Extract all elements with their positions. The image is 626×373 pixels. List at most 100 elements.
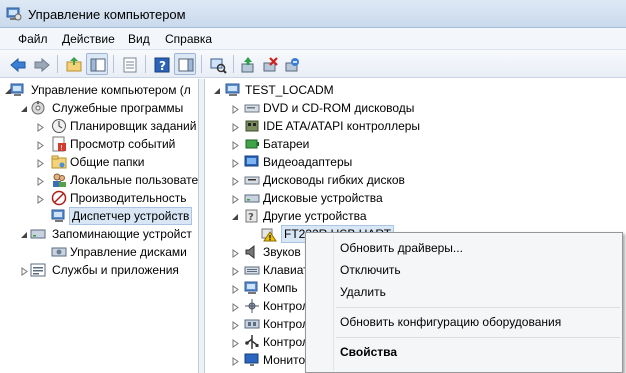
collapse-icon[interactable] xyxy=(213,85,222,94)
uninstall-device-button[interactable] xyxy=(280,53,302,75)
expand-icon[interactable] xyxy=(36,139,45,150)
tree-node-local-users[interactable]: Локальные пользовате xyxy=(0,171,198,189)
expand-icon[interactable] xyxy=(36,175,45,186)
computer-name: TEST_LOCADM xyxy=(245,83,334,97)
up-folder-icon xyxy=(66,57,82,72)
clock-icon xyxy=(51,118,67,134)
expand-icon[interactable] xyxy=(231,193,240,204)
device-category-video[interactable]: Видеоадаптеры xyxy=(205,153,626,171)
shared-folder-icon xyxy=(51,154,67,170)
device-category-label: DVD и CD-ROM дисководы xyxy=(263,101,415,115)
tree-node-system-tools[interactable]: Служебные программы xyxy=(0,99,198,117)
help-button[interactable]: ? xyxy=(150,53,172,75)
expand-icon[interactable] xyxy=(20,265,29,276)
storage-icon xyxy=(30,226,46,242)
device-category-label: Батареи xyxy=(263,137,310,151)
collapse-icon[interactable] xyxy=(20,229,29,238)
device-category-floppy[interactable]: Дисководы гибких дисков xyxy=(205,171,626,189)
usb-hub-icon xyxy=(244,334,260,350)
expand-icon[interactable] xyxy=(231,301,240,312)
tree-node-storage[interactable]: Запоминающие устройст xyxy=(0,225,198,243)
device-category-label: Контрол xyxy=(263,335,309,349)
dvd-drive-icon xyxy=(244,100,260,116)
collapse-icon[interactable] xyxy=(20,103,29,112)
uninstall-device-icon xyxy=(285,58,299,72)
forward-arrow-icon xyxy=(34,57,50,73)
disable-device-icon xyxy=(263,57,278,72)
back-button[interactable] xyxy=(6,53,28,75)
expand-icon[interactable] xyxy=(36,157,45,168)
svg-text:?: ? xyxy=(159,59,166,73)
tree-node-task-scheduler[interactable]: Планировщик заданий xyxy=(0,117,198,135)
collapse-icon[interactable] xyxy=(231,211,240,220)
menu-item-scan-hardware[interactable]: Обновить конфигурацию оборудования xyxy=(340,315,561,329)
expand-icon[interactable] xyxy=(231,175,240,186)
tree-node-label: Службы и приложения xyxy=(52,263,179,277)
console-tree[interactable]: Управление компьютером (л Служебные прог… xyxy=(0,79,199,373)
tree-node-label: Общие папки xyxy=(70,155,145,169)
device-category-label: Клавиат xyxy=(263,263,309,277)
device-category-label: Звуков xyxy=(263,245,301,259)
tree-node-shared-folders[interactable]: Общие папки xyxy=(0,153,198,171)
usb-controller-icon xyxy=(244,298,260,314)
device-category-ide[interactable]: IDE ATA/ATAPI контроллеры xyxy=(205,117,626,135)
menu-help[interactable]: Справка xyxy=(165,32,212,46)
help-icon: ? xyxy=(154,57,170,73)
expand-icon[interactable] xyxy=(36,121,45,132)
menu-view[interactable]: Вид xyxy=(128,32,150,46)
performance-icon xyxy=(51,190,67,206)
tree-node-performance[interactable]: Производительность xyxy=(0,189,198,207)
toolbar-separator xyxy=(145,55,146,73)
title-bar: Управление компьютером xyxy=(0,0,626,28)
expand-icon[interactable] xyxy=(231,139,240,150)
tree-node-services-apps[interactable]: Службы и приложения xyxy=(0,261,198,279)
menu-gutter xyxy=(333,235,334,371)
toolbar-separator xyxy=(57,55,58,73)
tree-node-label: Управление дисками xyxy=(70,245,187,259)
up-level-button[interactable] xyxy=(62,53,84,75)
action-pane-button[interactable] xyxy=(174,53,196,75)
computer-management-icon xyxy=(10,82,26,98)
menu-item-update-drivers[interactable]: Обновить драйверы... xyxy=(340,241,463,255)
device-category-batteries[interactable]: Батареи xyxy=(205,135,626,153)
expand-icon[interactable] xyxy=(231,157,240,168)
expand-icon[interactable] xyxy=(231,103,240,114)
update-driver-button[interactable] xyxy=(236,53,258,75)
keyboard-icon xyxy=(244,262,260,278)
device-category-disks[interactable]: Дисковые устройства xyxy=(205,189,626,207)
show-hide-tree-button[interactable] xyxy=(86,53,108,75)
device-category-dvd[interactable]: DVD и CD-ROM дисководы xyxy=(205,99,626,117)
menu-item-disable[interactable]: Отключить xyxy=(340,263,401,277)
menu-item-properties[interactable]: Свойства xyxy=(340,345,397,359)
tree-node-event-viewer[interactable]: ! Просмотр событий xyxy=(0,135,198,153)
export-list-button[interactable] xyxy=(118,53,140,75)
toolbar: ? xyxy=(0,50,626,78)
device-tree-root[interactable]: TEST_LOCADM xyxy=(205,81,626,99)
device-category-other[interactable]: ? Другие устройства xyxy=(205,207,626,225)
display-adapter-icon xyxy=(244,154,260,170)
tree-node-device-manager[interactable]: Диспетчер устройств xyxy=(0,207,198,225)
expand-icon[interactable] xyxy=(231,283,240,294)
device-category-label: Другие устройства xyxy=(263,209,367,223)
device-category-label: Дисковые устройства xyxy=(263,191,383,205)
expand-icon[interactable] xyxy=(231,121,240,132)
expand-icon[interactable] xyxy=(231,355,240,366)
menu-item-uninstall[interactable]: Удалить xyxy=(340,285,386,299)
scan-hardware-button[interactable] xyxy=(206,53,228,75)
expand-icon[interactable] xyxy=(231,337,240,348)
tree-node-computer-management[interactable]: Управление компьютером (л xyxy=(0,81,198,99)
expand-icon[interactable] xyxy=(231,319,240,330)
forward-button[interactable] xyxy=(30,53,52,75)
toolbar-separator xyxy=(233,55,234,73)
expand-icon[interactable] xyxy=(231,265,240,276)
users-icon xyxy=(51,172,67,188)
expand-icon[interactable] xyxy=(36,193,45,204)
tree-node-disk-management[interactable]: Управление дисками xyxy=(0,243,198,261)
tools-icon xyxy=(30,100,46,116)
disable-device-button[interactable] xyxy=(258,53,280,75)
menu-action[interactable]: Действие xyxy=(62,32,115,46)
expand-icon[interactable] xyxy=(231,247,240,258)
menu-file[interactable]: Файл xyxy=(18,32,48,46)
window-title: Управление компьютером xyxy=(28,7,186,22)
disk-management-icon xyxy=(51,244,67,260)
